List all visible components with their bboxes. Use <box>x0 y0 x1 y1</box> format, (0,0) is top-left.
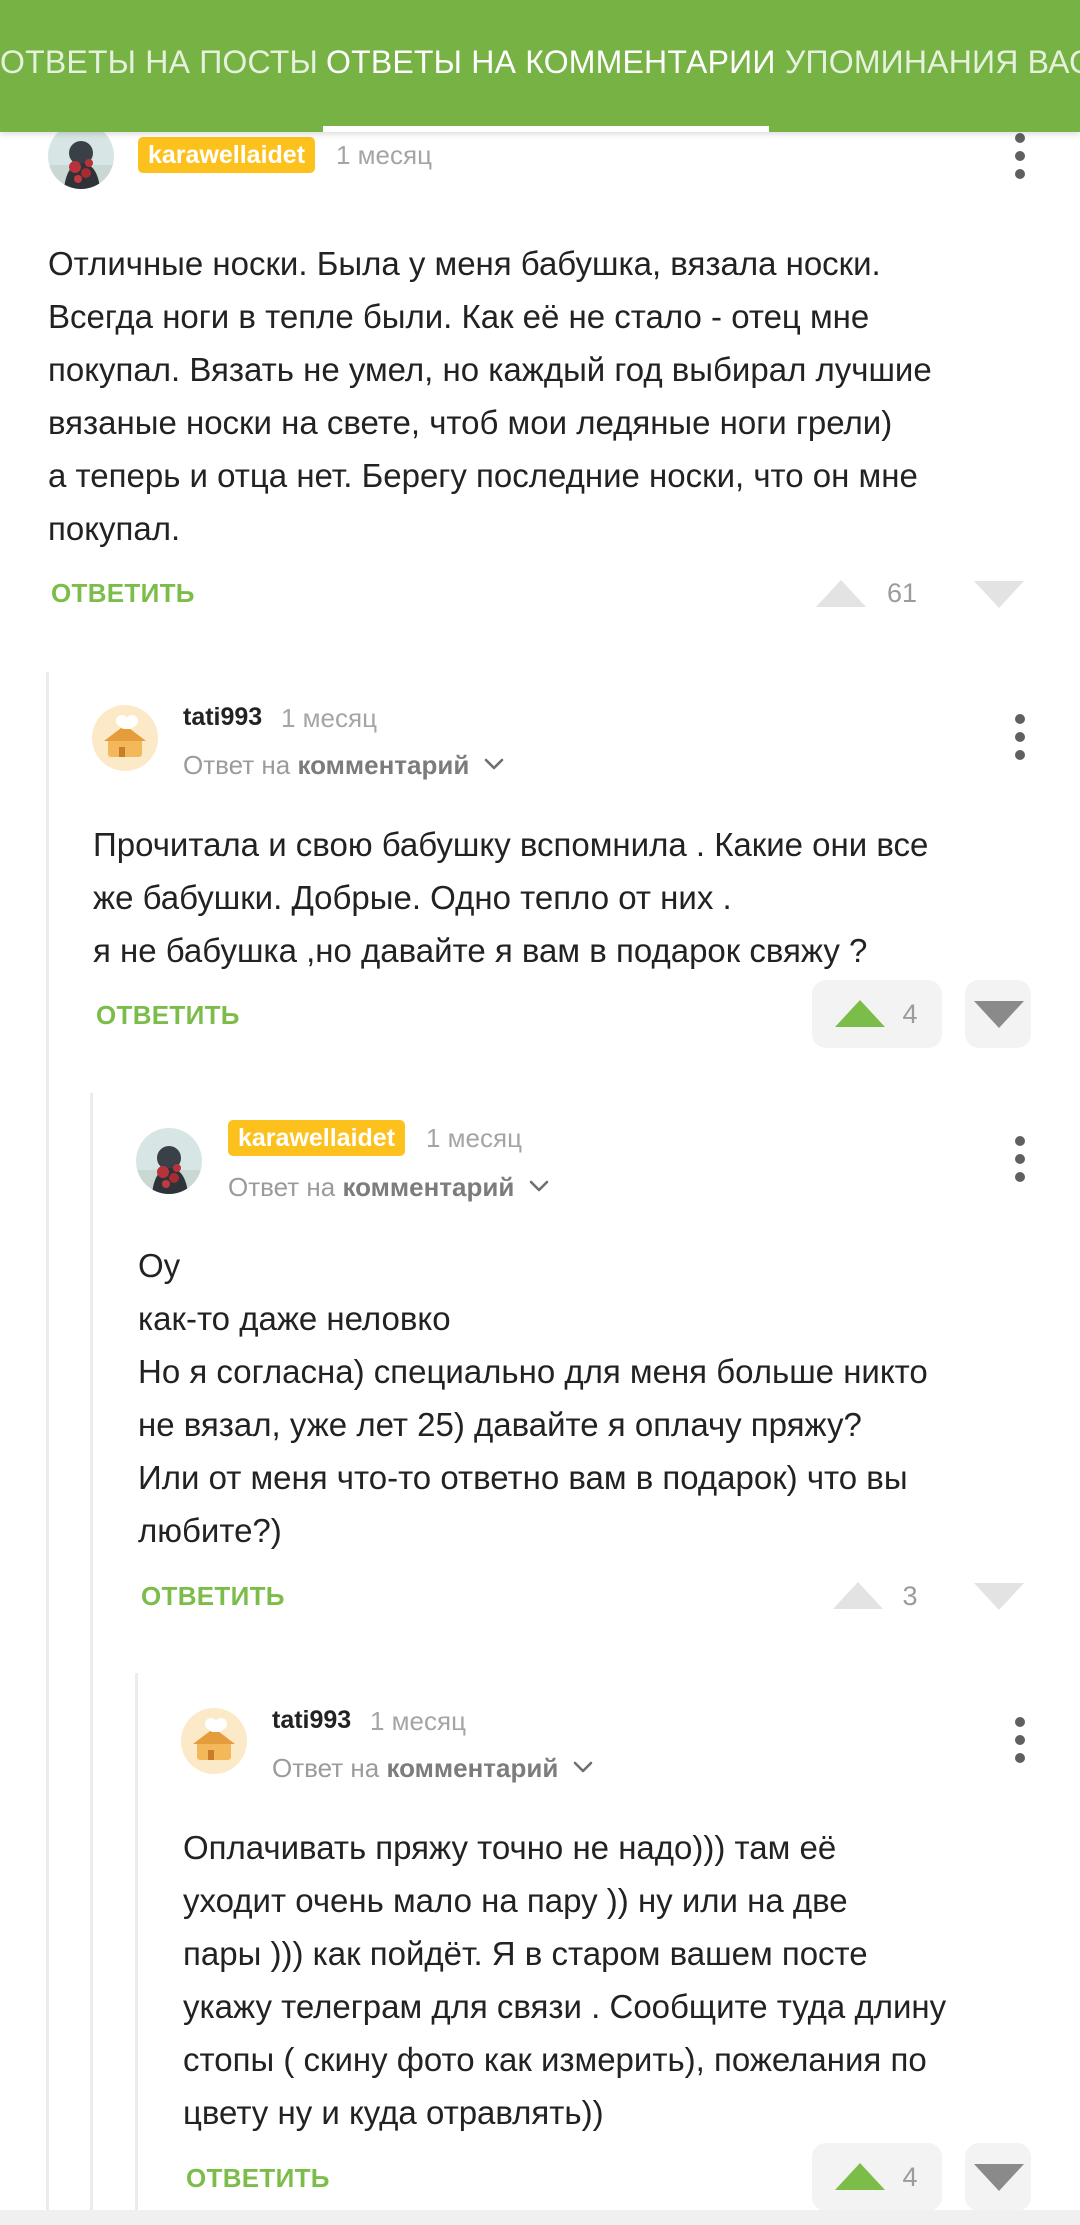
active-tab-indicator <box>323 126 769 132</box>
downvote-icon[interactable] <box>974 2163 1024 2193</box>
comment: tati993 1 месяц Ответ на комментарий Опл… <box>0 0 1080 2225</box>
username[interactable]: tati993 <box>272 1706 351 1735</box>
notifications-tab-bar: ОТВЕТЫ НА ПОСТЫ ОТВЕТЫ НА КОММЕНТАРИИ УП… <box>0 0 1080 132</box>
reply-to-prefix: Ответ на <box>272 1753 380 1783</box>
bottom-edge <box>0 2210 1080 2225</box>
more-options-icon[interactable] <box>1010 1715 1030 1765</box>
comment-time: 1 месяц <box>370 1706 466 1736</box>
reply-to-link[interactable]: Ответ на комментарий <box>272 1753 558 1784</box>
vote-count: 4 <box>902 2162 918 2192</box>
chevron-down-icon[interactable] <box>571 1755 595 1779</box>
avatar[interactable] <box>181 1708 247 1774</box>
tab-comment-replies[interactable]: ОТВЕТЫ НА КОММЕНТАРИИ <box>326 44 776 81</box>
tab-post-replies[interactable]: ОТВЕТЫ НА ПОСТЫ <box>0 44 318 81</box>
comment-text: Оплачивать пряжу точно не надо))) там её… <box>183 1829 947 2131</box>
upvote-icon[interactable] <box>835 2161 885 2191</box>
tab-mentions[interactable]: УПОМИНАНИЯ ВАС <box>785 44 1080 81</box>
reply-button[interactable]: ОТВЕТИТЬ <box>186 2163 330 2194</box>
reply-to-target: комментарий <box>386 1753 559 1783</box>
